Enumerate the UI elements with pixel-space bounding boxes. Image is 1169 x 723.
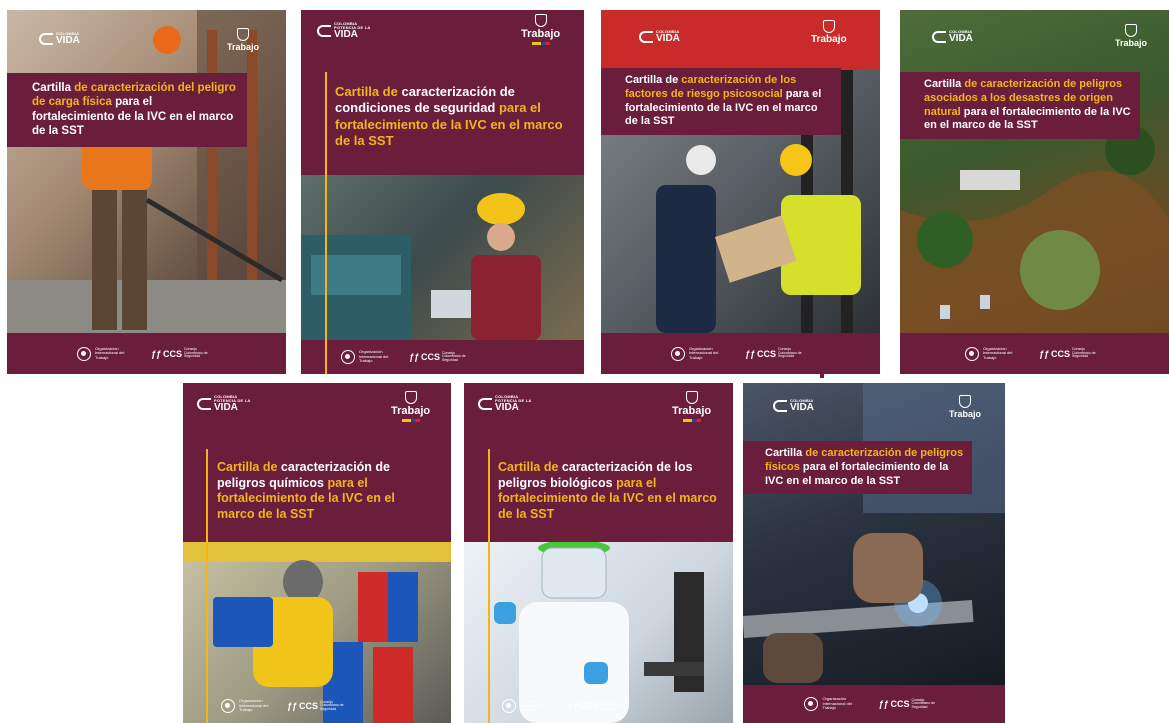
cover-desastres-naturales[interactable]: COLOMBIA VIDA Trabajo Cartilla de caracte… xyxy=(900,10,1169,374)
ccs-logo: ƒƒ CCS Consejo Colombiano de Seguridad xyxy=(568,699,625,712)
crest-icon xyxy=(404,391,417,404)
crest-icon xyxy=(685,391,698,404)
colombia-vida-logo: COLOMBIA POTENCIA DE LA VIDA xyxy=(478,395,531,413)
crest-icon xyxy=(534,14,547,27)
welding-photo xyxy=(743,383,1005,685)
accent-line xyxy=(325,72,327,374)
cover-title: Cartilla de caracterización de peligros … xyxy=(900,72,1140,139)
ministerio-trabajo-logo: Trabajo xyxy=(811,20,847,45)
cover-title: Cartilla de caracterización de los pelig… xyxy=(494,456,730,527)
cover-title: Cartilla de caracterización de condicion… xyxy=(331,80,581,153)
ccs-logo: ƒƒ CCS Consejo Colombiano de Seguridad xyxy=(1038,347,1096,359)
title-segment: Cartilla de xyxy=(217,460,278,474)
cover-title: Cartilla de caracterización de los facto… xyxy=(601,68,841,135)
ccs-logo: ƒƒ CCS Consejo Colombiano de Seguridad xyxy=(150,347,208,359)
ministerio-trabajo-logo: Trabajo xyxy=(521,14,560,45)
cover-carga-fisica[interactable]: COLOMBIA VIDA Trabajo Cartilla de caracte… xyxy=(7,10,286,374)
title-segment: Cartilla xyxy=(765,447,806,459)
forklift-workers-photo xyxy=(601,10,880,333)
cover-footer: Organización Internacional del Trabajo ƒ… xyxy=(464,689,733,723)
cover-footer: Organización Internacional del Trabajo ƒ… xyxy=(7,333,286,374)
cover-footer: Organización Internacional del Trabajo ƒ… xyxy=(900,333,1169,374)
accent-line xyxy=(488,449,490,723)
cover-fisicos[interactable]: COLOMBIA VIDA Trabajo Cartilla de caracte… xyxy=(743,383,1005,723)
cover-biologicos[interactable]: COLOMBIA POTENCIA DE LA VIDA Trabajo Carti… xyxy=(464,383,733,723)
oit-logo: Organización Internacional del Trabajo xyxy=(502,699,550,713)
crest-icon xyxy=(1125,24,1137,37)
colombia-vida-logo: COLOMBIA POTENCIA DE LA VIDA xyxy=(317,22,370,40)
oit-logo: Organización Internacional del Trabajo xyxy=(804,697,852,711)
ministerio-trabajo-logo: Trabajo xyxy=(227,28,259,52)
ccs-logo: ƒƒ CCS Consejo Colombiano de Seguridad xyxy=(409,350,466,363)
oit-logo: Organización Internacional del Trabajo xyxy=(76,346,125,361)
cover-footer: Organización Internacional del Trabajo ƒ… xyxy=(743,685,1005,723)
forklift-illustration xyxy=(601,10,880,333)
colombia-vida-logo: COLOMBIA VIDA xyxy=(639,30,680,44)
cover-footer: Organización Internacional del Trabajo ƒ… xyxy=(601,333,880,374)
ministerio-trabajo-logo: Trabajo xyxy=(1115,24,1147,48)
welding-illustration xyxy=(743,383,1005,683)
flood-illustration xyxy=(900,125,1169,333)
colombia-vida-logo: COLOMBIA VIDA xyxy=(39,32,80,46)
crest-icon xyxy=(959,395,971,408)
oit-logo: Organización Internacional del Trabajo xyxy=(341,350,389,364)
factory-inspector-photo xyxy=(301,175,584,340)
colombia-vida-logo: COLOMBIA POTENCIA DE LA VIDA xyxy=(197,395,250,413)
crest-icon xyxy=(822,20,835,33)
cover-footer: Organización Internacional del Trabajo ƒ… xyxy=(301,340,584,374)
title-segment: Cartilla xyxy=(32,82,75,94)
accent-line xyxy=(206,449,208,723)
cover-title: Cartilla de caracterización del peligro … xyxy=(7,73,247,147)
cover-title: Cartilla de caracterización de peligros … xyxy=(213,456,438,527)
ministerio-trabajo-logo: Trabajo xyxy=(949,395,981,419)
ministerio-trabajo-logo: Trabajo xyxy=(672,391,711,422)
cover-psicosocial[interactable]: COLOMBIA VIDA Trabajo Cartilla de caracte… xyxy=(601,10,880,374)
ministerio-trabajo-logo: Trabajo xyxy=(391,391,430,422)
crest-icon xyxy=(237,28,249,41)
warehouse-illustration xyxy=(7,10,286,333)
oit-logo: Organización Internacional del Trabajo xyxy=(221,699,269,713)
oit-logo: Organización Internacional del Trabajo xyxy=(964,346,1013,361)
cover-condiciones-seguridad[interactable]: COLOMBIA POTENCIA DE LA VIDA Trabajo Carti… xyxy=(301,10,584,374)
title-segment: Cartilla de xyxy=(498,460,559,474)
ccs-logo: ƒƒ CCS Consejo Colombiano de Seguridad xyxy=(287,699,344,712)
title-segment: Cartilla de xyxy=(625,74,682,86)
flood-aerial-photo xyxy=(900,10,1169,333)
ccs-logo: ƒƒ CCS Consejo Colombiano de Seguridad xyxy=(878,697,936,710)
oit-logo: Organización Internacional del Trabajo xyxy=(670,346,719,361)
warehouse-worker-photo xyxy=(7,10,286,333)
cover-title: Cartilla de caracterización de peligros … xyxy=(743,441,972,495)
colombia-vida-logo: COLOMBIA VIDA xyxy=(932,30,973,44)
cover-quimicos[interactable]: COLOMBIA POTENCIA DE LA VIDA Trabajo Carti… xyxy=(183,383,451,723)
title-segment: Cartilla de xyxy=(335,84,398,99)
separator-mark xyxy=(820,374,824,378)
cover-footer: Organización Internacional del Trabajo ƒ… xyxy=(183,689,451,723)
title-segment: Cartilla xyxy=(924,78,965,90)
colombia-vida-logo: COLOMBIA VIDA xyxy=(773,399,814,413)
ccs-logo: ƒƒ CCS Consejo Colombiano de Seguridad xyxy=(744,347,802,359)
factory-illustration xyxy=(301,193,541,340)
